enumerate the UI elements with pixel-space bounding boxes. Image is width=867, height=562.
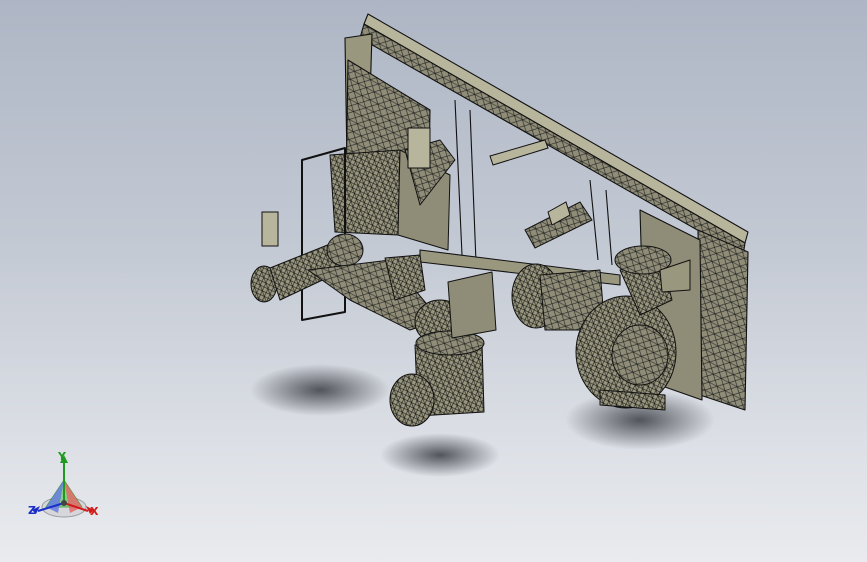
axis-y-label: Y [58,450,66,463]
pump-assembly[interactable] [511,245,691,411]
axis-x-label: X [90,505,99,518]
inlet-pipe[interactable] [250,233,441,331]
model-assembly[interactable] [0,0,867,562]
graphics-viewport[interactable]: Y X Z [0,0,867,562]
axis-z-label: Z [28,504,36,517]
